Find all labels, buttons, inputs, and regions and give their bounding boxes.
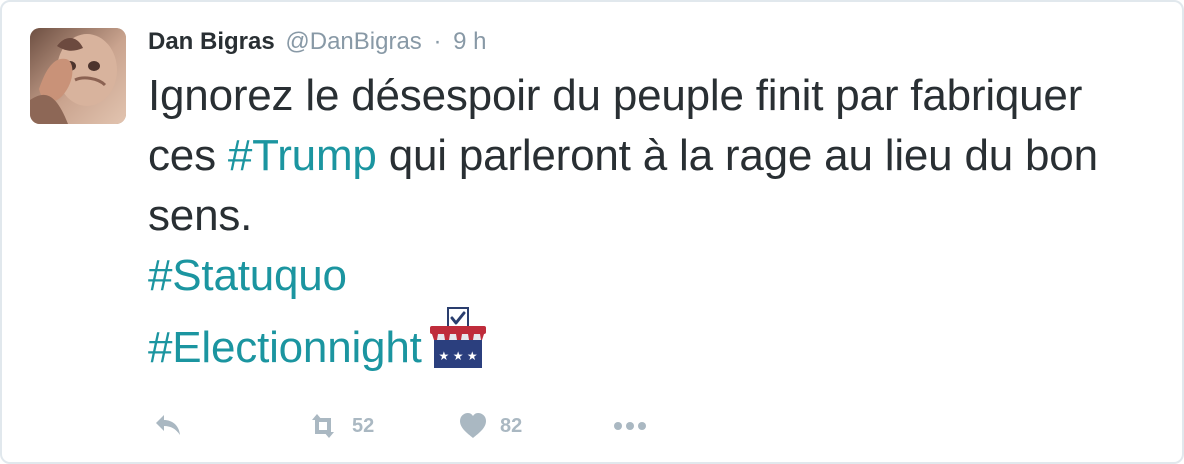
tweet-card: Dan Bigras @DanBigras · 9 h Ignorez le d…	[0, 0, 1184, 464]
author-name[interactable]: Dan Bigras	[148, 28, 275, 55]
heart-icon	[460, 413, 486, 438]
more-icon	[614, 422, 646, 430]
hashtag-trump[interactable]: #Trump	[228, 131, 377, 180]
hashtag-electionnight[interactable]: #Electionnight	[148, 323, 422, 372]
svg-text:★ ★ ★: ★ ★ ★	[438, 349, 477, 363]
ballot-box-icon: ★ ★ ★	[426, 306, 490, 370]
more-options-button[interactable]	[610, 418, 652, 434]
tweet-header: Dan Bigras @DanBigras · 9 h	[148, 26, 487, 58]
header-separator: ·	[433, 28, 442, 55]
hashtag-statuquo[interactable]: #Statuquo	[148, 251, 347, 300]
tweet-text: Ignorez le désespoir du peuple finit par…	[148, 66, 1158, 378]
tweet-actions: 52 82	[148, 406, 652, 446]
author-handle[interactable]: @DanBigras	[285, 28, 421, 55]
retweet-count: 52	[352, 414, 375, 437]
reply-button[interactable]	[152, 410, 186, 442]
avatar-image	[30, 28, 126, 124]
like-count: 82	[500, 414, 523, 437]
reply-icon	[156, 415, 180, 435]
tweet-time[interactable]: 9 h	[453, 28, 486, 55]
like-button[interactable]: 82	[458, 411, 550, 441]
avatar[interactable]	[30, 28, 126, 124]
retweet-button[interactable]: 52	[306, 410, 398, 442]
retweet-icon	[312, 414, 334, 438]
